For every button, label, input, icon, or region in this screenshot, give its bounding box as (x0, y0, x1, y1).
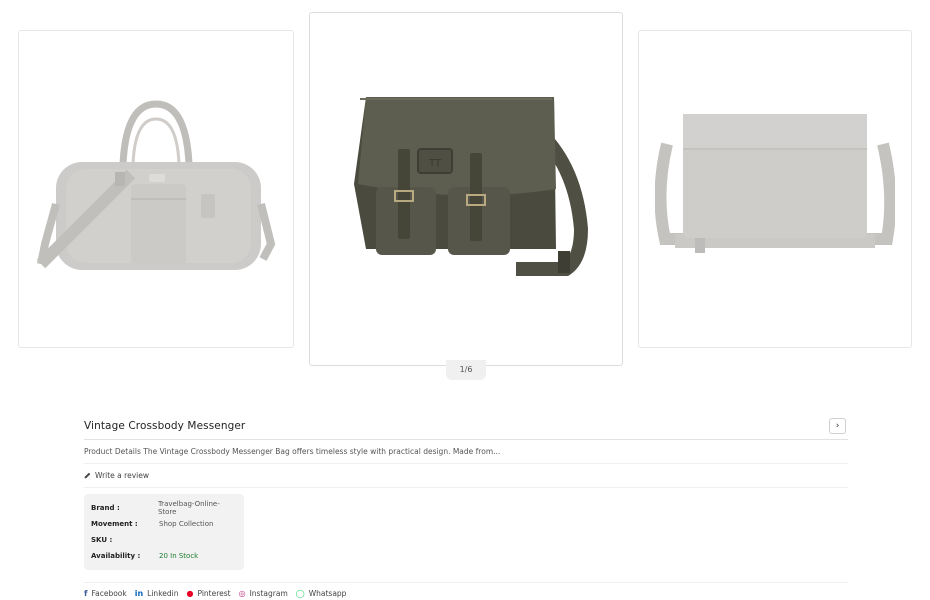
linkedin-icon: in (134, 589, 144, 598)
carousel-slide-prev[interactable] (18, 30, 294, 348)
share-label: Facebook (91, 589, 127, 598)
share-linkedin[interactable]: in Linkedin (135, 589, 179, 598)
spec-row-availability: Availability : 20 In Stock (91, 548, 237, 564)
product-info: Vintage Crossbody Messenger › Product De… (84, 414, 848, 598)
slide-counter: 1/6 (446, 360, 486, 380)
duffel-bag-image (36, 100, 276, 270)
carousel-slide-next[interactable] (638, 30, 912, 348)
title-row: Vintage Crossbody Messenger › (84, 414, 848, 440)
spec-row-sku: SKU : (91, 532, 237, 548)
spec-value: Shop Collection (159, 520, 214, 528)
instagram-icon: ◎ (238, 589, 246, 598)
pencil-icon (84, 472, 91, 479)
write-review-label: Write a review (95, 470, 149, 480)
messenger-bag-back-image (655, 114, 895, 253)
next-product-button[interactable]: › (829, 417, 846, 434)
pinterest-icon: ● (186, 589, 194, 598)
share-bar: f Facebook in Linkedin ● Pinterest ◎ Ins… (84, 582, 848, 598)
stock-status: 20 In Stock (159, 552, 199, 560)
product-description: Product Details The Vintage Crossbody Me… (84, 440, 848, 464)
write-review-link[interactable]: Write a review (84, 464, 848, 488)
share-pinterest[interactable]: ● Pinterest (186, 589, 230, 598)
spec-table: Brand : Travelbag-Online-Store Movement … (84, 494, 244, 570)
share-label: Pinterest (197, 589, 231, 598)
spec-key: Availability : (91, 552, 141, 560)
share-facebook[interactable]: f Facebook (84, 589, 127, 598)
spec-value: Travelbag-Online-Store (157, 500, 220, 516)
spec-row-movement: Movement : Shop Collection (91, 516, 237, 532)
spec-key: Brand : (91, 504, 120, 512)
messenger-bag-image: TT (354, 97, 589, 276)
share-label: Linkedin (147, 589, 179, 598)
whatsapp-icon: ◯ (295, 589, 305, 598)
spec-key: Movement : (91, 520, 138, 528)
spec-key: SKU : (91, 536, 113, 544)
svg-text:TT: TT (428, 158, 442, 169)
share-label: Instagram (249, 589, 288, 598)
share-instagram[interactable]: ◎ Instagram (239, 589, 288, 598)
product-page: TT 1/6 Vintage Crossbody Messenger › Pro… (0, 0, 930, 600)
chevron-right-icon: › (835, 420, 840, 431)
facebook-icon: f (84, 589, 88, 598)
product-title: Vintage Crossbody Messenger (84, 419, 246, 432)
share-label: Whatsapp (308, 589, 347, 598)
share-whatsapp[interactable]: ◯ Whatsapp (296, 589, 347, 598)
carousel-slide-active[interactable]: TT (309, 12, 623, 366)
spec-row-brand: Brand : Travelbag-Online-Store (91, 500, 237, 516)
